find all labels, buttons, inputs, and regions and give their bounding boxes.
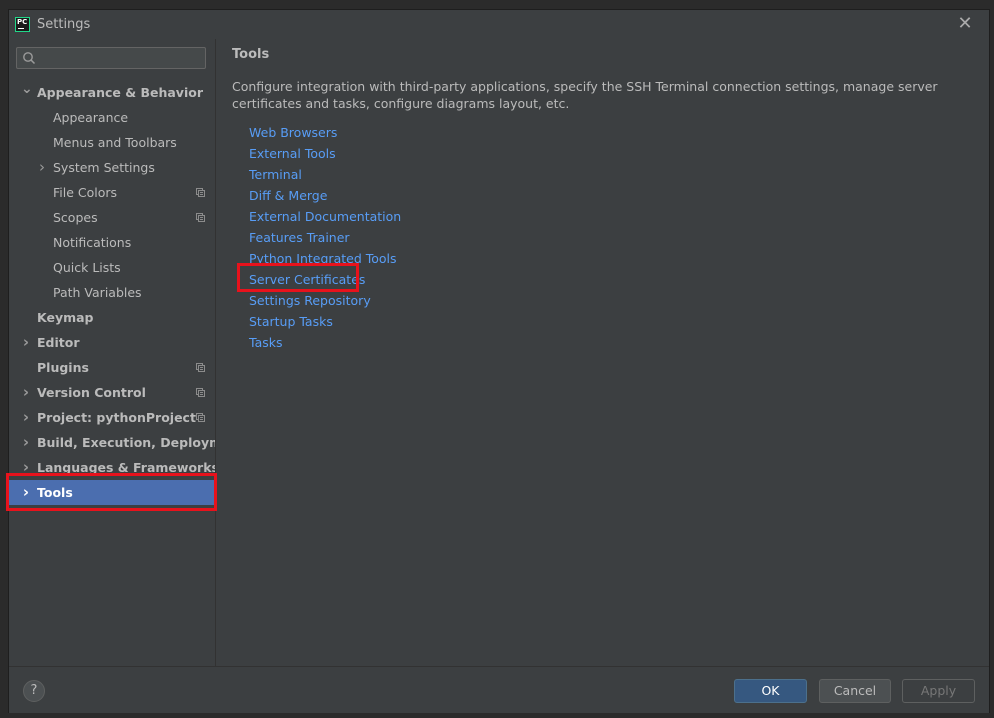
pycharm-logo-icon: PC (15, 17, 30, 32)
link-external-tools[interactable]: External Tools (249, 143, 401, 164)
chevron-down-icon[interactable]: ⌄ (21, 80, 33, 105)
sidebar-item-label: Quick Lists (53, 260, 121, 275)
link-python-integrated-tools[interactable]: Python Integrated Tools (249, 248, 401, 269)
sidebar-item-plugins[interactable]: Plugins (9, 355, 215, 380)
sidebar-item-label: System Settings (53, 160, 155, 175)
tools-panel: Tools Configure integration with third-p… (216, 39, 989, 666)
settings-tree: ⌄ Appearance & Behavior Appearance Menus an… (9, 80, 246, 505)
project-level-icon (196, 363, 205, 372)
sidebar-item-label: Notifications (53, 235, 132, 250)
sidebar-item-menus-and-toolbars[interactable]: Menus and Toolbars (9, 130, 215, 155)
sidebar-item-notifications[interactable]: Notifications (9, 230, 215, 255)
link-web-browsers[interactable]: Web Browsers (249, 122, 401, 143)
cancel-button[interactable]: Cancel (819, 679, 891, 703)
sidebar-item-build-execution-deployment[interactable]: › Build, Execution, Deployment (9, 430, 246, 455)
sidebar-item-label: Tools (37, 485, 73, 500)
sidebar-item-label: Editor (37, 335, 80, 350)
link-terminal[interactable]: Terminal (249, 164, 401, 185)
link-diff-merge[interactable]: Diff & Merge (249, 185, 401, 206)
window-title: Settings (37, 17, 91, 32)
sidebar-item-keymap[interactable]: Keymap (9, 305, 215, 330)
chevron-right-icon[interactable]: › (21, 405, 31, 430)
sidebar-item-scopes[interactable]: Scopes (9, 205, 215, 230)
sidebar-item-label: Path Variables (53, 285, 142, 300)
link-external-documentation[interactable]: External Documentation (249, 206, 401, 227)
chevron-right-icon[interactable]: › (21, 380, 31, 405)
sidebar-item-label: Plugins (37, 360, 89, 375)
sidebar-item-appearance[interactable]: Appearance (9, 105, 215, 130)
chevron-right-icon[interactable]: › (37, 155, 47, 180)
settings-dialog: PC Settings ✕ ⌄ Appearance & Behavior Appe… (8, 9, 990, 713)
ide-background (0, 0, 8, 718)
settings-sidebar: ⌄ Appearance & Behavior Appearance Menus an… (9, 39, 246, 666)
link-tasks[interactable]: Tasks (249, 332, 401, 353)
sidebar-item-label: Scopes (53, 210, 98, 225)
sidebar-item-editor[interactable]: › Editor (9, 330, 215, 355)
sidebar-item-languages-frameworks[interactable]: › Languages & Frameworks (9, 455, 219, 480)
sidebar-item-version-control[interactable]: › Version Control (9, 380, 215, 405)
project-level-icon (196, 388, 205, 397)
link-settings-repository[interactable]: Settings Repository (249, 290, 401, 311)
sidebar-item-system-settings[interactable]: › System Settings (9, 155, 215, 180)
tools-links-list: Web Browsers External Tools Terminal Diff &… (249, 122, 401, 353)
sidebar-item-label: Menus and Toolbars (53, 135, 177, 150)
dialog-footer: ? OK Cancel Apply (9, 666, 989, 713)
sidebar-item-label: Project: pythonProject (37, 410, 196, 425)
project-level-icon (196, 413, 205, 422)
close-icon[interactable]: ✕ (955, 14, 975, 34)
chevron-right-icon[interactable]: › (21, 430, 31, 455)
search-icon (23, 52, 36, 65)
search-input[interactable] (16, 47, 206, 69)
apply-button[interactable]: Apply (902, 679, 975, 703)
project-level-icon (196, 213, 205, 222)
project-level-icon (196, 188, 205, 197)
sidebar-item-tools[interactable]: › Tools (9, 480, 215, 505)
sidebar-item-label: Languages & Frameworks (37, 460, 219, 475)
sidebar-item-label: Appearance (53, 110, 129, 125)
link-server-certificates[interactable]: Server Certificates (249, 269, 401, 290)
link-startup-tasks[interactable]: Startup Tasks (249, 311, 401, 332)
sidebar-item-label: Keymap (37, 310, 94, 325)
sidebar-item-path-variables[interactable]: Path Variables (9, 280, 215, 305)
title-bar: PC Settings ✕ (9, 10, 989, 39)
sidebar-item-label: Appearance & Behavior (37, 85, 203, 100)
sidebar-item-quick-lists[interactable]: Quick Lists (9, 255, 215, 280)
page-description: Configure integration with third-party a… (232, 79, 938, 111)
sidebar-item-label: File Colors (53, 185, 118, 200)
link-features-trainer[interactable]: Features Trainer (249, 227, 401, 248)
sidebar-item-project-pythonproject[interactable]: › Project: pythonProject (9, 405, 215, 430)
sidebar-item-label: Version Control (37, 385, 146, 400)
chevron-right-icon[interactable]: › (21, 455, 31, 480)
chevron-right-icon[interactable]: › (21, 480, 31, 505)
help-button[interactable]: ? (23, 680, 45, 702)
sidebar-item-file-colors[interactable]: File Colors (9, 180, 215, 205)
chevron-right-icon[interactable]: › (21, 330, 31, 355)
sidebar-item-appearance-behavior[interactable]: ⌄ Appearance & Behavior (9, 80, 215, 105)
ok-button[interactable]: OK (734, 679, 807, 703)
page-title: Tools (232, 47, 270, 62)
